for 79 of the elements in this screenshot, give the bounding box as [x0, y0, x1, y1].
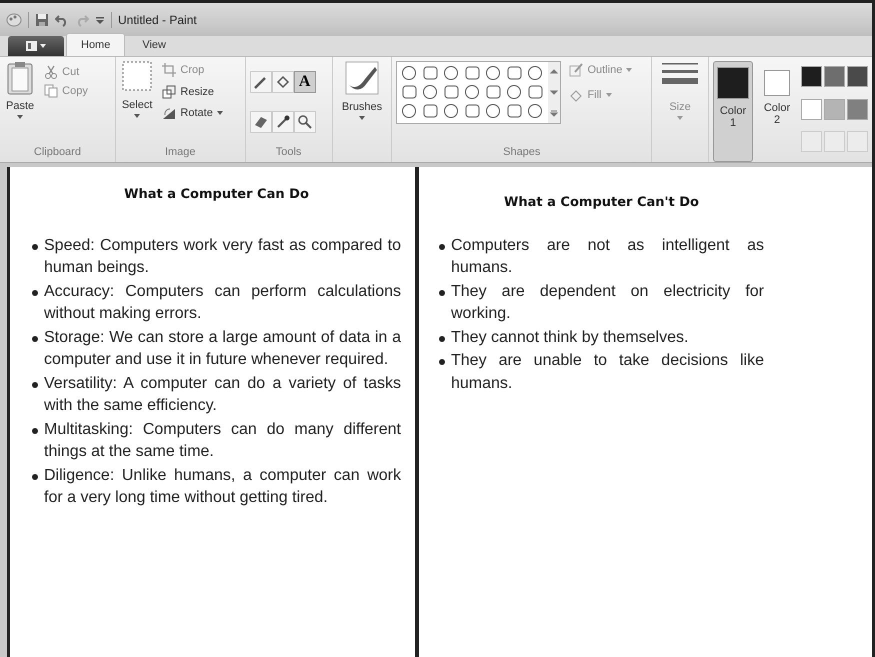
menu-icon	[26, 41, 46, 51]
color-swatch[interactable]	[847, 66, 868, 87]
dropdown-arrow-icon	[606, 92, 612, 97]
color-selector[interactable]: Color 2	[757, 61, 797, 162]
color-swatch[interactable]	[824, 66, 845, 87]
app-menu-button[interactable]	[8, 36, 64, 56]
bullet-icon	[439, 244, 445, 250]
group-label: Tools	[274, 145, 302, 160]
bullet-icon	[32, 290, 38, 296]
bullet-icon	[32, 336, 38, 342]
select-button[interactable]: Select	[120, 61, 154, 144]
dropdown-arrow-icon	[626, 68, 632, 72]
color-swatch[interactable]	[824, 98, 845, 120]
empty-swatch[interactable]	[824, 131, 845, 152]
dropdown-arrow-icon	[216, 111, 223, 116]
save-icon[interactable]	[35, 12, 49, 26]
clipboard-icon	[7, 61, 34, 95]
magnifier-icon	[296, 114, 313, 130]
pen-outline-icon	[569, 63, 584, 78]
bullet-text: Computers are not as intelligent as humans.	[451, 236, 764, 278]
empty-swatch[interactable]	[801, 131, 822, 152]
paint-bucket-icon	[274, 74, 291, 90]
color-swatch[interactable]	[801, 98, 822, 120]
bullet-icon	[32, 474, 38, 480]
resize-icon	[162, 84, 176, 99]
picker-tool[interactable]	[272, 110, 294, 132]
eraser-tool[interactable]	[250, 110, 272, 132]
ribbon-tab[interactable]: Home	[66, 32, 126, 56]
bullet-text: They are dependent on electricity for working.	[451, 282, 764, 324]
color-selector[interactable]: Color 1	[713, 61, 753, 162]
pencil-tool[interactable]	[250, 71, 272, 93]
paint-bucket-icon	[569, 88, 584, 102]
bullet-text: Multitasking: Computers can do many different things at the same time.	[44, 420, 401, 462]
bullet-text: Speed: Computers work very fast as compared to human beings.	[44, 236, 401, 278]
bullet-icon	[439, 359, 445, 365]
paint-palette-icon[interactable]	[6, 12, 22, 26]
paste-button[interactable]: Paste	[4, 61, 36, 144]
brush-icon	[344, 61, 379, 95]
dropdown-arrow-icon	[134, 114, 140, 118]
customize-dropdown-icon[interactable]	[95, 14, 105, 24]
dropdown-arrow-icon	[677, 116, 684, 120]
bullet-icon	[439, 336, 445, 342]
color-swatch[interactable]	[847, 98, 868, 120]
dropdown-arrow-icon	[358, 116, 365, 120]
undo-icon[interactable]	[55, 12, 69, 26]
column-heading: What a Computer Can Do	[123, 186, 310, 204]
bullet-text: They cannot think by themselves.	[451, 328, 688, 348]
resize-button[interactable]: Resize	[160, 82, 225, 101]
bullet-icon	[32, 428, 38, 434]
rotate-button[interactable]: Rotate	[160, 104, 225, 122]
ribbon-tab[interactable]: View	[127, 32, 181, 56]
pencil-icon	[252, 74, 269, 90]
text-tool[interactable]: A	[294, 71, 316, 93]
scissors-icon	[44, 65, 58, 80]
fill-tool[interactable]	[272, 71, 294, 93]
bullet-text: Diligence: Unlike humans, a computer can work for a very long time without getting tired.	[44, 466, 401, 508]
window-title: Untitled - Paint	[118, 12, 197, 28]
shapes-gallery[interactable]	[396, 61, 562, 124]
bullet-icon	[32, 382, 38, 388]
group-label: Clipboard	[32, 145, 82, 160]
eyedropper-icon	[274, 114, 291, 130]
brushes-button[interactable]: Brushes	[336, 61, 388, 144]
empty-swatch[interactable]	[847, 131, 868, 152]
bullet-text: Storage: We can store a large amount of data in a computer and use it in future whenever required.	[44, 328, 401, 370]
color-swatch[interactable]	[801, 66, 822, 87]
rotate-icon	[162, 106, 176, 120]
group-label: Shapes	[502, 145, 542, 160]
group-label: Image	[164, 145, 197, 160]
bullet-icon	[32, 244, 38, 250]
magnifier-tool[interactable]	[294, 110, 316, 132]
crop-icon	[162, 63, 176, 78]
bullet-text: They are unable to take decisions like humans.	[451, 351, 764, 394]
copy-icon	[44, 84, 58, 98]
dropdown-arrow-icon	[17, 114, 24, 118]
bullet-icon	[439, 290, 445, 296]
selection-icon	[122, 61, 152, 91]
bullet-text: Accuracy: Computers can perform calculations without making errors.	[44, 282, 401, 324]
bullet-text: Versatility: A computer can do a variety of tasks with the same efficiency.	[44, 374, 401, 416]
column-heading: What a Computer Can't Do	[503, 194, 700, 212]
